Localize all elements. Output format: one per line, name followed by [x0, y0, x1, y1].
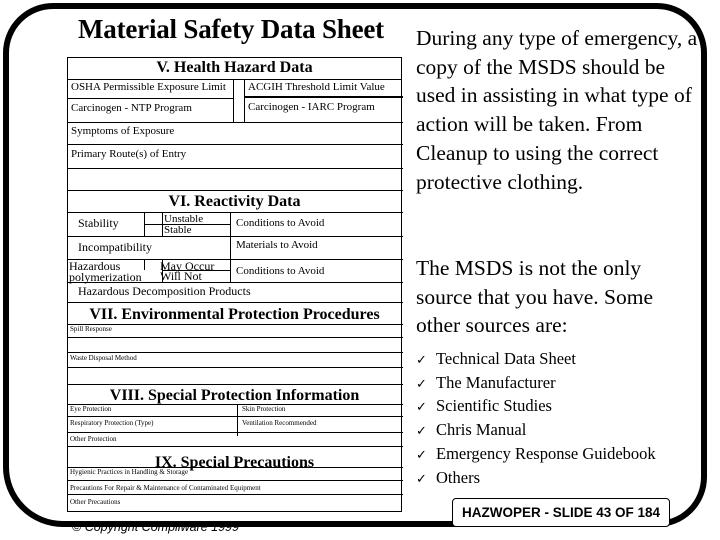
field-materials-to-avoid: Materials to Avoid — [236, 239, 318, 251]
check-icon: ✓ — [416, 424, 427, 440]
field-acgih-tlv: ACGIH Threshold Limit Value — [248, 81, 385, 93]
divider — [68, 190, 403, 191]
list-item: ✓ The Manufacturer — [416, 372, 706, 396]
check-icon: ✓ — [416, 447, 427, 463]
check-icon: ✓ — [416, 400, 427, 416]
slide-title: Material Safety Data Sheet — [78, 14, 384, 44]
field-conditions-to-avoid-polymerization: Conditions to Avoid — [236, 265, 325, 277]
divider — [68, 212, 403, 213]
field-incompatibility: Incompatibility — [78, 240, 152, 254]
field-spill-response: Spill Response — [70, 325, 112, 333]
field-carcinogen-ntp: Carcinogen - NTP Program — [71, 102, 192, 114]
divider — [244, 96, 403, 98]
sources-list: ✓ Technical Data Sheet ✓ The Manufacturer … — [416, 348, 706, 490]
divider — [244, 80, 245, 122]
divider — [68, 480, 403, 481]
divider — [68, 404, 403, 405]
intro-paragraph: During any type of emergency, a copy of … — [416, 26, 698, 194]
section-heading-reactivity: VI. Reactivity Data — [168, 193, 301, 210]
divider — [68, 432, 403, 433]
field-conditions-to-avoid: Conditions to Avoid — [236, 217, 325, 229]
divider — [68, 122, 403, 123]
field-other-precautions: Other Precautions — [70, 498, 121, 506]
divider — [233, 80, 234, 122]
copyright-icon: © — [72, 520, 82, 534]
check-icon: ✓ — [416, 376, 427, 392]
divider — [68, 416, 403, 417]
field-carcinogen-iarc: Carcinogen - IARC Program — [248, 101, 375, 113]
divider — [144, 259, 145, 270]
sources-paragraph: The MSDS is not the only source that you… — [416, 256, 654, 338]
divider — [68, 302, 403, 303]
section-heading-environmental: VII. Environmental Protection Procedures — [89, 306, 380, 323]
field-other-protection: Other Protection — [70, 435, 117, 443]
list-item: ✓ Scientific Studies — [416, 395, 706, 419]
field-eye-protection: Eye Protection — [70, 405, 112, 413]
field-skin-protection: Skin Protection — [242, 405, 286, 413]
divider — [68, 367, 403, 368]
field-respiratory-protection: Respiratory Protection (Type) — [70, 419, 154, 427]
field-decomposition-products: Hazardous Decomposition Products — [78, 284, 251, 298]
field-osha-pel: OSHA Permissible Exposure Limit — [71, 81, 226, 93]
field-waste-disposal: Waste Disposal Method — [70, 354, 137, 362]
field-ventilation: Ventilation Recommended — [242, 419, 317, 427]
divider — [68, 282, 403, 283]
divider — [68, 337, 403, 338]
divider — [68, 144, 403, 145]
list-item: ✓ Others — [416, 467, 706, 491]
section-heading-health-hazard: V. Health Hazard Data — [68, 58, 401, 80]
copyright-notice: © Copyright Compliware 1999 — [72, 520, 239, 534]
divider — [68, 446, 403, 447]
field-repair-precautions: Precautions For Repair & Maintenance of … — [70, 484, 261, 492]
msds-form: V. Health Hazard Data OSHA Permissible E… — [67, 57, 403, 512]
list-item: ✓ Technical Data Sheet — [416, 348, 706, 372]
list-item: ✓ Chris Manual — [416, 419, 706, 443]
divider — [68, 494, 403, 495]
check-icon: ✓ — [416, 353, 427, 368]
divider — [68, 168, 403, 169]
check-icon: ✓ — [416, 471, 427, 487]
field-routes-of-entry: Primary Route(s) of Entry — [71, 148, 187, 160]
divider — [68, 324, 403, 325]
field-stability: Stability — [78, 216, 119, 230]
divider — [68, 98, 233, 99]
field-symptoms: Symptoms of Exposure — [71, 125, 175, 137]
divider — [68, 352, 403, 353]
divider — [68, 236, 403, 237]
slide-number-badge: HAZWOPER - SLIDE 43 OF 184 — [452, 498, 670, 527]
divider — [68, 384, 403, 385]
field-hygienic-practices: Hygienic Practices in Handling & Storage — [70, 468, 188, 476]
section-heading-special-protection: VIII. Special Protection Information — [109, 387, 360, 404]
list-item: ✓ Emergency Response Guidebook — [416, 443, 706, 467]
divider — [230, 212, 231, 282]
